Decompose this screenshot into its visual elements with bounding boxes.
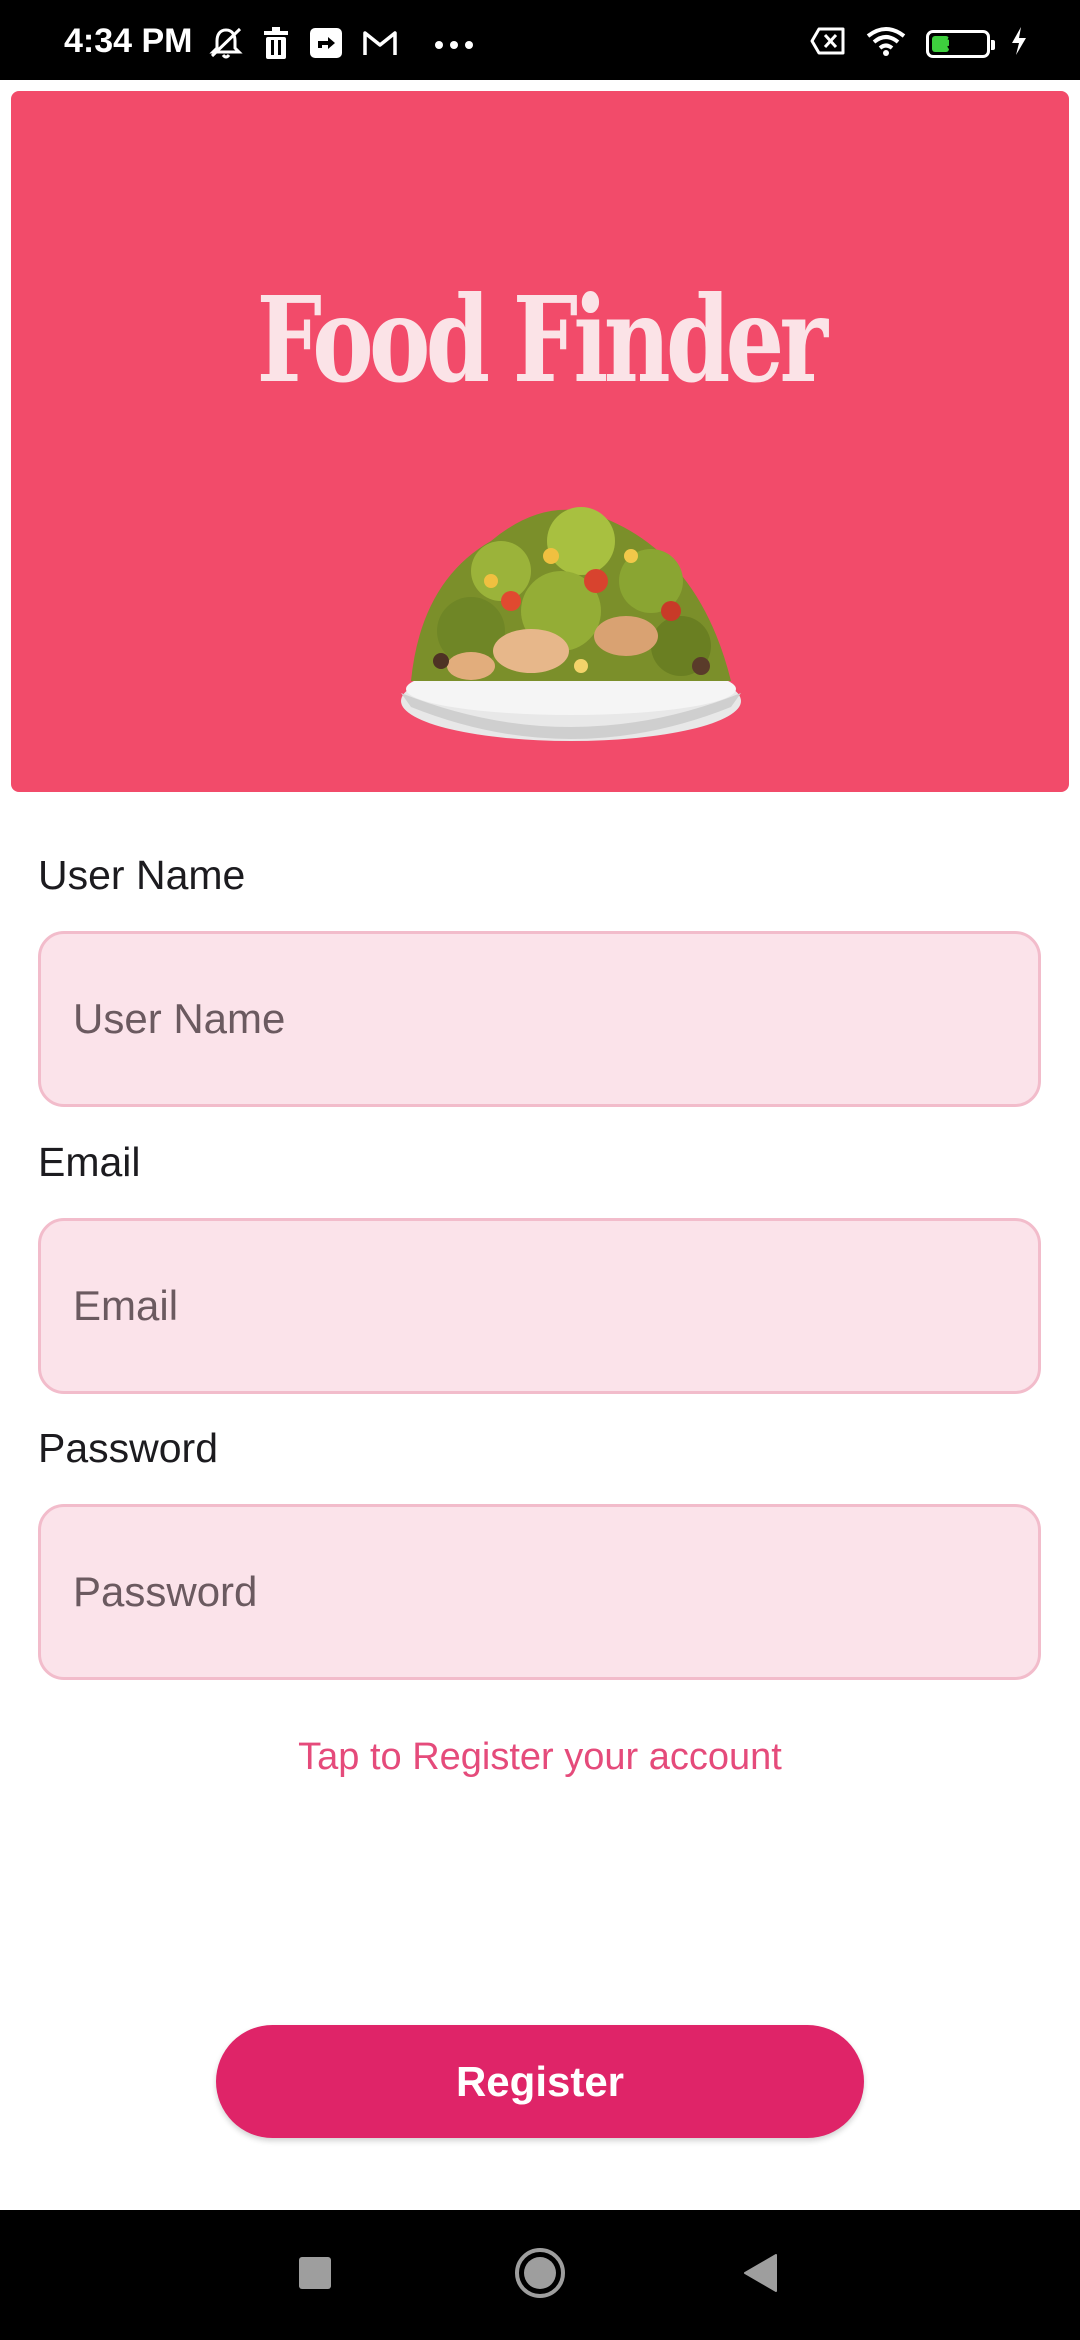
email-label: Email (38, 1139, 141, 1185)
register-account-link[interactable]: Tap to Register your account (0, 1738, 1080, 1776)
recents-button[interactable] (255, 2210, 375, 2340)
battery-cap (991, 39, 995, 50)
system-icons: 33 (810, 26, 1028, 61)
status-bar: 4:34 PM 33 (0, 0, 1080, 80)
charging-bolt-icon (1010, 26, 1028, 61)
back-button[interactable] (700, 2210, 820, 2340)
status-time: 4:34 PM (64, 22, 193, 60)
banner-title: Food Finder (256, 270, 828, 409)
navigation-bar (0, 2210, 1080, 2340)
password-label: Password (38, 1425, 219, 1471)
recents-square-icon (298, 2256, 332, 2295)
food-finder-banner: Food Finder (11, 91, 1069, 792)
email-input[interactable] (38, 1218, 1041, 1394)
salad-bowl-image (401, 507, 741, 741)
gmail-icon (362, 28, 398, 63)
password-input[interactable] (38, 1504, 1041, 1680)
maps-icon (308, 26, 344, 65)
register-button[interactable]: Register (216, 2025, 864, 2138)
battery-level: 33 (946, 32, 970, 55)
home-button[interactable] (480, 2210, 600, 2340)
battery-icon: 33 (926, 29, 995, 58)
mute-notification-icon (208, 26, 244, 65)
notification-icons (208, 26, 474, 65)
trash-icon (262, 27, 290, 64)
username-label: User Name (38, 852, 246, 898)
home-circle-icon (514, 2247, 566, 2304)
wifi-icon (866, 26, 906, 61)
back-triangle-icon (742, 2253, 778, 2298)
more-dots-icon (434, 37, 474, 55)
username-input[interactable] (38, 931, 1041, 1107)
register-screen: 4:34 PM 33 Food Finder User Name User Na… (0, 0, 1080, 2340)
sim-off-icon (810, 27, 846, 60)
